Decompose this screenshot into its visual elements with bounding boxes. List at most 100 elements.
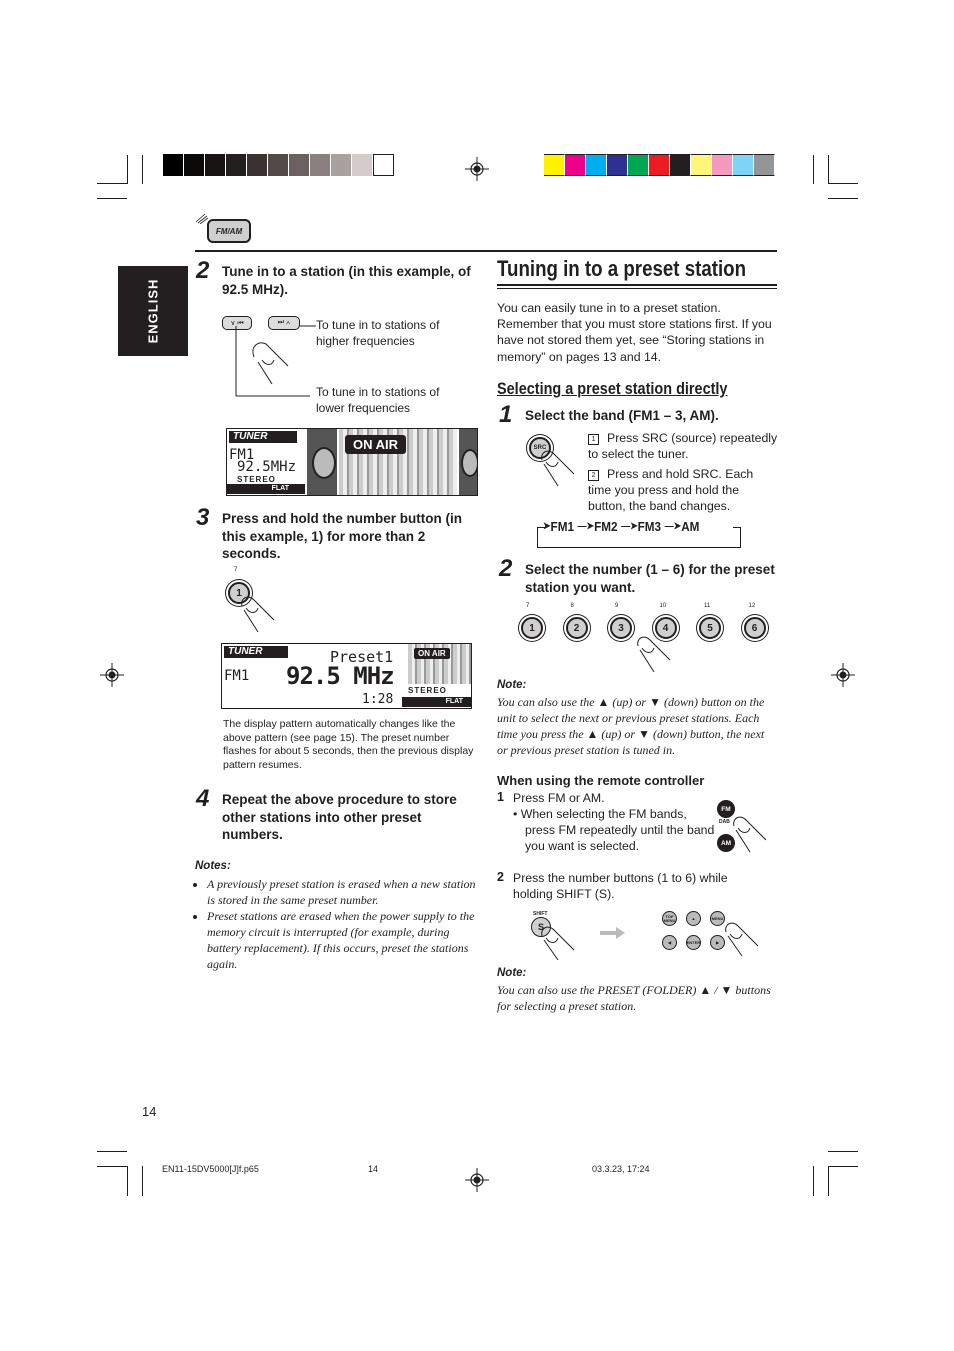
step-text: Tune in to a station (in this example, o… [222, 264, 471, 297]
eq-indicator: FLAT [402, 697, 471, 707]
dab-label: DAB [719, 819, 730, 825]
finger-pointer-icon [241, 596, 275, 633]
color-swatch [691, 154, 712, 176]
preset-button-5: 5 [699, 617, 721, 639]
button-sub-label: 7 [234, 567, 238, 573]
section-rule [195, 250, 777, 252]
on-air-graphic: ON AIR [339, 429, 457, 495]
finger-pointer-icon [235, 325, 316, 397]
color-swatch [373, 154, 394, 176]
arrow-right-icon [600, 927, 625, 939]
color-swatches [544, 154, 775, 176]
color-swatch [352, 154, 373, 176]
preset-button-1: 1 [521, 617, 543, 639]
registration-mark-icon [831, 663, 855, 687]
remote-heading: When using the remote controller [497, 773, 705, 788]
color-swatch [163, 154, 184, 176]
color-swatch [310, 154, 331, 176]
step-number: 2 [196, 257, 210, 284]
preset-button-label: 6 [751, 622, 758, 634]
fm-am-button: FM/AM [207, 219, 251, 243]
remote-button-label: ENTER [686, 939, 701, 945]
higher-frequencies-label: To tune in to stations of higher frequen… [316, 318, 440, 349]
stereo-indicator: STEREO [237, 475, 276, 484]
intro-paragraph: You can easily tune in to a preset stati… [497, 301, 772, 364]
preset-button-label: 1 [529, 622, 535, 634]
language-tab: ENGLISH [118, 266, 188, 356]
color-swatch [205, 154, 226, 176]
sub-step-number: 2 [588, 470, 599, 481]
lower-frequencies-label: To tune in to stations of lower frequenc… [316, 385, 440, 416]
step-text: Press and hold the number button (in thi… [222, 511, 463, 561]
frequency-readout: 92.5 MHz [286, 662, 395, 690]
note-text: You can also use the PRESET (FOLDER) ▲ /… [497, 983, 771, 1013]
tuner-logo: TUNER [229, 431, 297, 443]
note-item: Preset stations are erased when the powe… [207, 908, 478, 972]
remote-button-label: TOP MENU [663, 913, 676, 923]
remote-button: ENTER [686, 935, 701, 950]
fm-am-button-label: FM/AM [215, 226, 243, 236]
on-air-graphic: ON AIR [408, 644, 471, 684]
step-text: Select the band (FM1 – 3, AM). [525, 408, 719, 423]
sub-step: 1 Press SRC (source) repeatedly to select… [588, 430, 778, 462]
notes-heading: Notes: [195, 860, 231, 872]
color-swatch [670, 154, 691, 176]
stereo-indicator: STEREO [408, 686, 447, 695]
remote-bullet: • When selecting the FM bands, press FM … [513, 807, 715, 854]
note-heading: Note: [497, 679, 527, 691]
button-sub-label: 9 [615, 603, 619, 609]
frequency-readout: 92.5MHz [237, 459, 297, 475]
preset-button-label: 3 [618, 622, 624, 634]
speaker-graphic [307, 429, 337, 495]
band-label: FM3 [637, 519, 662, 534]
band-label: AM [681, 519, 700, 534]
step-number: 3 [196, 504, 210, 531]
remote-button-label: ◀ [667, 939, 672, 945]
color-swatch [733, 154, 754, 176]
page-title: Tuning in to a preset station [497, 256, 746, 281]
preset-button-3: 3 [610, 617, 632, 639]
step-number: 2 [499, 555, 513, 582]
on-air-sign: ON AIR [345, 435, 407, 454]
color-swatch [544, 154, 565, 176]
arrow-right-icon: —➤ [621, 521, 638, 532]
slug-page: 14 [368, 1164, 379, 1174]
finger-pointer-icon [637, 636, 671, 673]
note-text: You can also use the ▲ (up) or ▼ (down) … [497, 695, 765, 757]
preset-display: TUNER FM1 92.5 MHz Preset1 1:28 ON AIR S… [221, 643, 472, 709]
remote-button-label: ▲ [691, 915, 696, 921]
band-label: FM2 [594, 519, 618, 534]
button-sub-label: 10 [659, 603, 667, 609]
remote-bullet-text: When selecting the FM bands, press FM re… [520, 807, 715, 854]
color-swatch [331, 154, 352, 176]
language-tab-label: ENGLISH [145, 278, 161, 344]
color-swatch [607, 154, 628, 176]
step-number: 1 [499, 401, 513, 428]
band-readout: FM1 [224, 668, 250, 684]
remote-button: ◀ [662, 935, 677, 950]
color-swatch [565, 154, 586, 176]
color-swatch [268, 154, 289, 176]
color-swatch [184, 154, 205, 176]
preset-button-6: 6 [743, 617, 766, 639]
preset-button-label: 5 [707, 622, 713, 634]
band-cycle-diagram: ➤ FM1 —➤ FM2 —➤ FM3 —➤ AM [537, 519, 741, 549]
color-swatch [586, 154, 607, 176]
remote-button: TOP MENU [662, 911, 677, 926]
button-sub-label: 8 [570, 603, 574, 609]
section-subheading: Selecting a preset station directly [497, 379, 728, 398]
sub-step: 2 Press and hold SRC. Each time you press… [588, 466, 778, 515]
preset-indicator: Preset1 [328, 648, 396, 666]
step-text: Select the number (1 – 6) for the preset… [525, 562, 775, 595]
remote-button-label: ▶ [715, 939, 720, 945]
grayscale-swatches [163, 154, 394, 176]
registration-mark-icon [100, 663, 124, 687]
sub-step-text: Press SRC (source) repeatedly to select … [588, 431, 778, 462]
color-swatch [226, 154, 247, 176]
remote-step-number: 1 [497, 790, 504, 804]
color-swatch [649, 154, 670, 176]
button-sub-label: 7 [526, 603, 530, 609]
finger-pointer-icon [725, 922, 759, 957]
time-readout: 1:28 [362, 692, 394, 707]
arrow-right-icon: —➤ [577, 521, 595, 532]
